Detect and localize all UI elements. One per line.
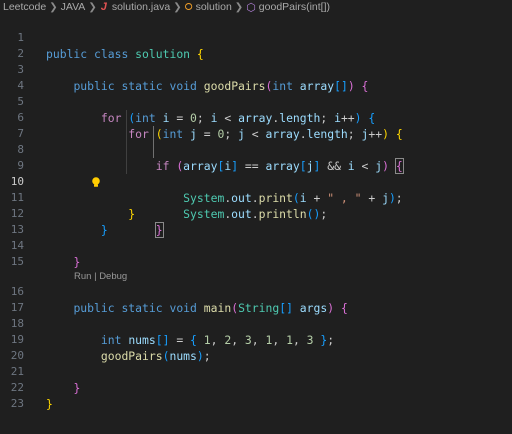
class-icon: ⭘ (184, 1, 193, 13)
indent-guide (126, 110, 127, 126)
code-line[interactable]: 14 } (0, 222, 512, 269)
code-text: } (46, 397, 53, 411)
code-line[interactable]: 2 (0, 30, 512, 60)
code-line[interactable]: 4 (0, 62, 512, 92)
codelens-row: Run | Debug (0, 254, 512, 282)
method-icon: ⬡ (246, 1, 256, 14)
indent-guide-active (153, 126, 154, 142)
breadcrumb-leetcode[interactable]: Leetcode (3, 1, 46, 13)
breadcrumb: Leetcode ❯ JAVA ❯ J solution.java ❯ ⭘ so… (0, 0, 512, 14)
code-line[interactable]: 3 public static void goodPairs(int array… (0, 46, 512, 93)
code-line[interactable]: 12 } (0, 190, 512, 237)
breadcrumb-method[interactable]: goodPairs(int[]) (259, 1, 330, 13)
code-line[interactable]: 18 int nums[] = { 1, 2, 3, 1, 1, 3 }; (0, 300, 512, 347)
indent-guide (126, 158, 127, 174)
indent-guide (126, 142, 127, 158)
indent-guide (126, 126, 127, 142)
breadcrumb-file[interactable]: solution.java (112, 1, 170, 13)
code-line[interactable]: 5 for (int i = 0; i < array.length; i++)… (0, 78, 512, 125)
code-line[interactable]: 9 System.out.println(); (0, 142, 512, 221)
code-line[interactable]: 13 (0, 206, 512, 236)
code-line[interactable]: 11 } (0, 174, 512, 221)
code-line[interactable]: 17 (0, 284, 512, 314)
code-line[interactable]: 23 (0, 380, 512, 410)
code-line[interactable]: 21 } (0, 348, 512, 395)
code-editor[interactable]: 1 public class solution { 2 3 public sta… (0, 14, 512, 411)
chevron-right-icon: ❯ (234, 1, 244, 13)
chevron-right-icon: ❯ (88, 1, 97, 13)
chevron-right-icon: ❯ (49, 1, 58, 13)
lightbulb-icon[interactable] (49, 160, 100, 187)
breadcrumb-class[interactable]: solution (196, 1, 232, 13)
code-line-current[interactable]: 10 } (0, 158, 512, 238)
indent-guide-active (153, 142, 154, 158)
line-number: 23 (10, 397, 24, 410)
code-line[interactable]: 7 if (array[i] == array[j] && i < j) { (0, 110, 512, 174)
code-line[interactable]: 1 public class solution { (0, 14, 512, 61)
code-line[interactable]: 6 for (int j = 0; j < array.length; j++)… (0, 94, 512, 141)
code-line[interactable]: 22 } (0, 364, 512, 411)
breadcrumb-java[interactable]: JAVA (61, 1, 86, 13)
code-line[interactable]: 20 (0, 332, 512, 362)
code-line[interactable]: 15 (0, 238, 512, 268)
code-line[interactable]: 8 System.out.print(i + " , " + j); (0, 126, 512, 205)
java-file-icon: J (100, 1, 107, 13)
code-line[interactable]: 16 public static void main(String[] args… (0, 268, 512, 315)
code-line[interactable]: 19 goodPairs(nums); (0, 316, 512, 363)
chevron-right-icon: ❯ (173, 1, 182, 13)
